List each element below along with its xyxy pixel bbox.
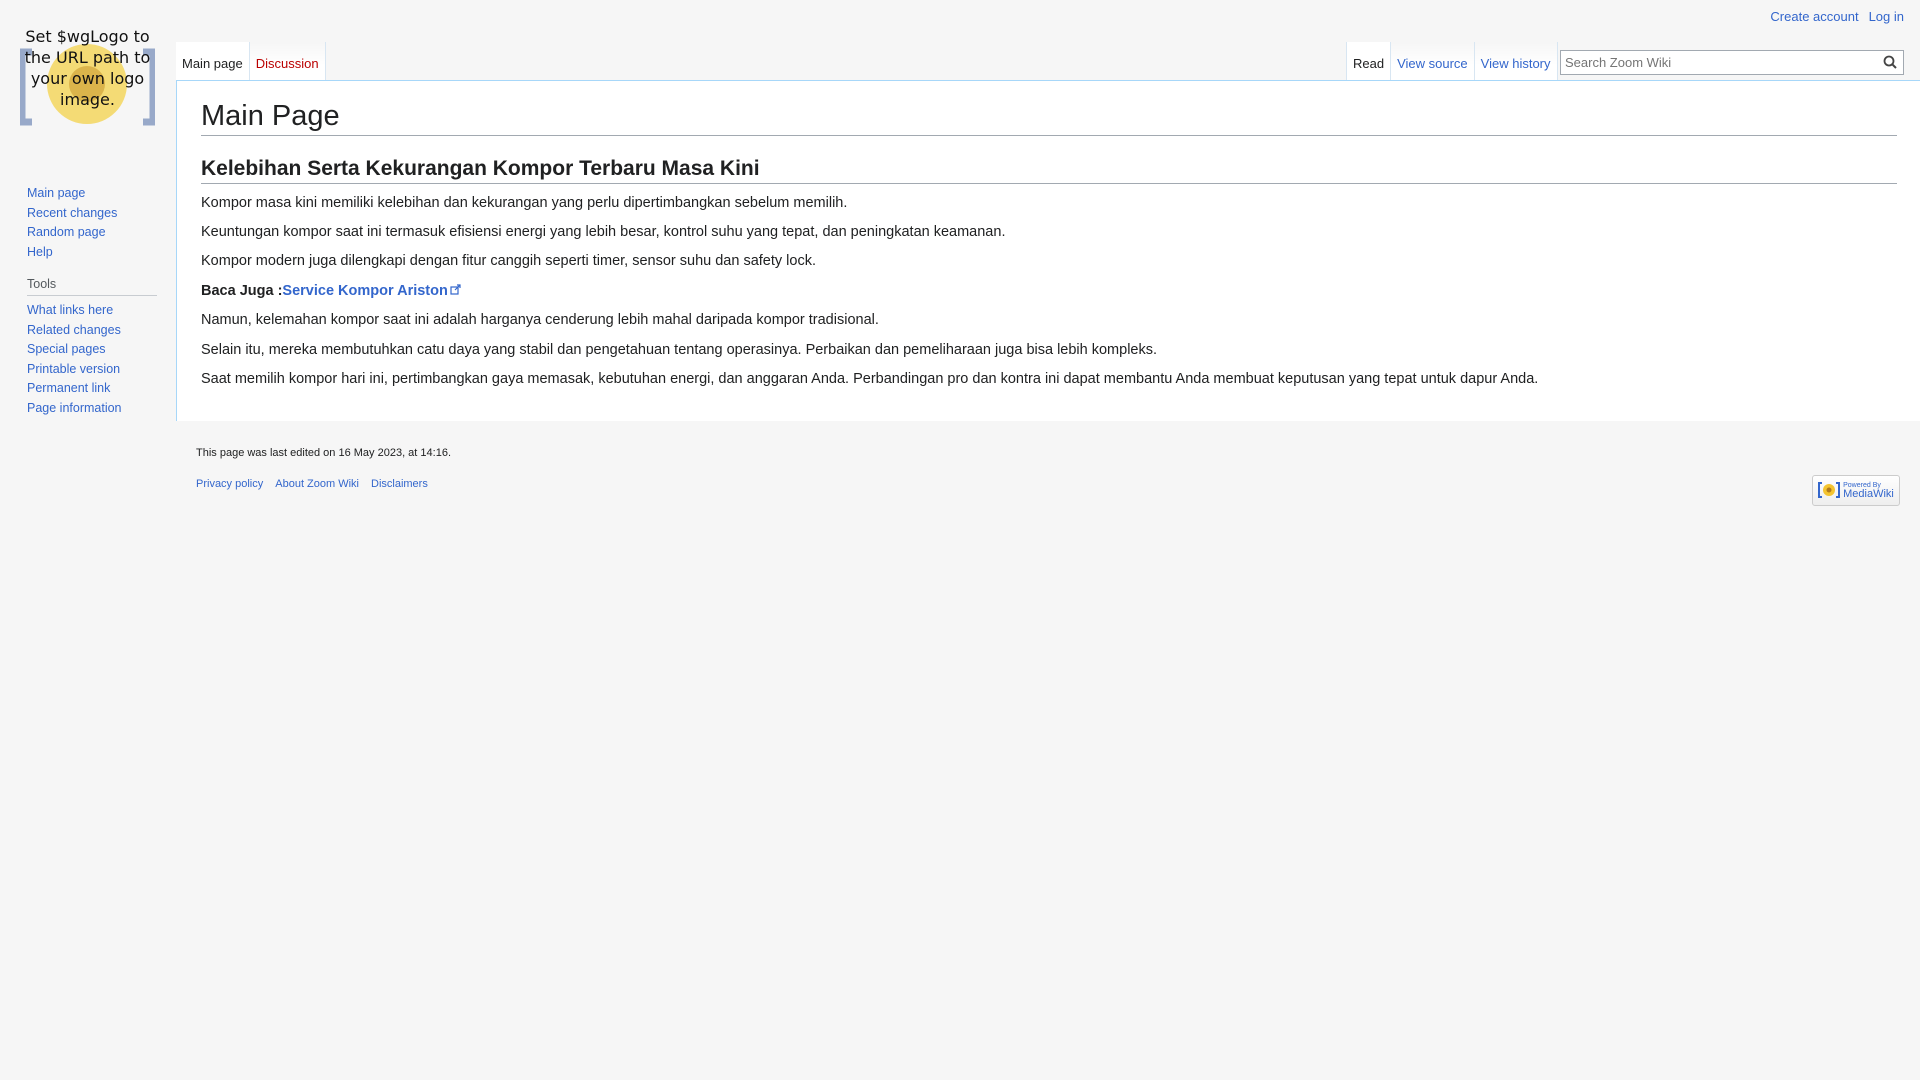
sidebar-item-help[interactable]: Help <box>27 245 53 259</box>
view-history-link[interactable]: View history <box>1481 56 1551 71</box>
tab-main-page[interactable]: Main page <box>176 42 250 80</box>
tab-read[interactable]: Read <box>1346 42 1392 80</box>
badge-line2: MediaWiki <box>1843 487 1894 500</box>
tab-discussion[interactable]: Discussion <box>249 42 326 80</box>
section-heading: Kelebihan Serta Kekurangan Kompor Terbar… <box>201 157 1897 184</box>
logo-text: Set $wgLogo to the URL path to your own … <box>24 27 151 109</box>
sidebar-item-printable-version[interactable]: Printable version <box>27 362 120 376</box>
paragraph: Kompor masa kini memiliki kelebihan dan … <box>201 195 848 211</box>
service-kompor-ariston-link[interactable]: Service Kompor Ariston <box>282 283 447 299</box>
footer-last-edited: This page was last edited on 16 May 2023… <box>196 447 451 459</box>
privacy-policy-link[interactable]: Privacy policy <box>196 478 263 490</box>
sidebar-item-permanent-link[interactable]: Permanent link <box>27 381 110 395</box>
paragraph: Keuntungan kompor saat ini termasuk efis… <box>201 224 1006 240</box>
sidebar-item-main-page[interactable]: Main page <box>27 186 85 200</box>
personal-tools: Create account Log in <box>1770 9 1904 24</box>
sidebar-item-special-pages[interactable]: Special pages <box>27 342 106 356</box>
sidebar-item-random-page[interactable]: Random page <box>27 225 106 239</box>
view-tabs: Read View source View history <box>1346 42 1558 80</box>
sidebar-item-what-links-here[interactable]: What links here <box>27 303 113 317</box>
paragraph: Saat memilih kompor hari ini, pertimbang… <box>201 371 1539 387</box>
paragraph: Kompor modern juga dilengkapi dengan fit… <box>201 253 816 269</box>
search-box <box>1560 50 1904 75</box>
search-icon[interactable] <box>1883 55 1897 72</box>
read-also-paragraph: Baca Juga :Service Kompor Ariston <box>201 283 462 299</box>
discussion-link[interactable]: Discussion <box>256 56 319 71</box>
namespace-tabs: Main page Discussion <box>176 42 326 80</box>
paragraph: Selain itu, mereka membutuhkan catu daya… <box>201 342 1158 358</box>
log-in-link[interactable]: Log in <box>1869 9 1904 24</box>
sidebar-item-recent-changes[interactable]: Recent changes <box>27 206 117 220</box>
sidebar-tools-heading: Tools <box>27 277 157 296</box>
site-logo[interactable]: Set $wgLogo to the URL path to your own … <box>20 26 155 138</box>
mediawiki-logo-icon <box>1818 481 1841 501</box>
content-area: Main Page Kelebihan Serta Kekurangan Kom… <box>176 80 1920 421</box>
external-link-icon <box>448 283 462 299</box>
search-input[interactable] <box>1561 51 1879 73</box>
sidebar-navigation: Main page Recent changes Random page Hel… <box>27 184 117 262</box>
footer-links: Privacy policy About Zoom Wiki Disclaime… <box>196 478 428 490</box>
sidebar-item-page-information[interactable]: Page information <box>27 401 122 415</box>
powered-by-mediawiki-badge[interactable]: Powered By MediaWiki <box>1812 475 1900 506</box>
sidebar-item-related-changes[interactable]: Related changes <box>27 323 121 337</box>
create-account-link[interactable]: Create account <box>1770 9 1858 24</box>
page-title: Main Page <box>201 100 1897 136</box>
read-also-label: Baca Juga : <box>201 283 283 299</box>
paragraph: Namun, kelemahan kompor saat ini adalah … <box>201 312 879 328</box>
view-source-link[interactable]: View source <box>1397 56 1468 71</box>
tab-view-history[interactable]: View history <box>1474 42 1558 80</box>
disclaimers-link[interactable]: Disclaimers <box>371 478 428 490</box>
about-link[interactable]: About Zoom Wiki <box>275 478 359 490</box>
tab-view-source[interactable]: View source <box>1391 42 1475 80</box>
sidebar-tools: What links here Related changes Special … <box>27 301 122 418</box>
